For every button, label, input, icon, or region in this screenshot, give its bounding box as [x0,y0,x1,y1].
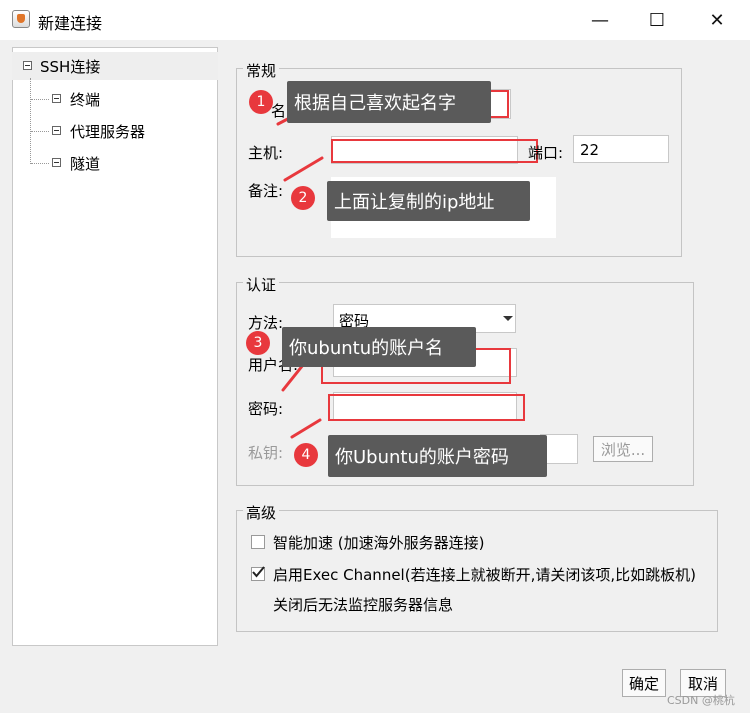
annotation-number-1: 1 [249,90,273,114]
arrow-3 [281,363,305,392]
annotation-callout-1: 根据自己喜欢起名字 [287,81,491,123]
annotation-number-4: 4 [294,443,318,467]
annotation-number-2: 2 [291,186,315,210]
annotation-number-3: 3 [246,331,270,355]
annotation-callout-3: 你ubuntu的账户名 [282,327,476,367]
annotation-callout-4: 你Ubuntu的账户密码 [328,435,547,477]
arrow-4 [290,418,322,439]
annotation-callout-2: 上面让复制的ip地址 [327,181,530,221]
arrow-2 [283,156,324,182]
